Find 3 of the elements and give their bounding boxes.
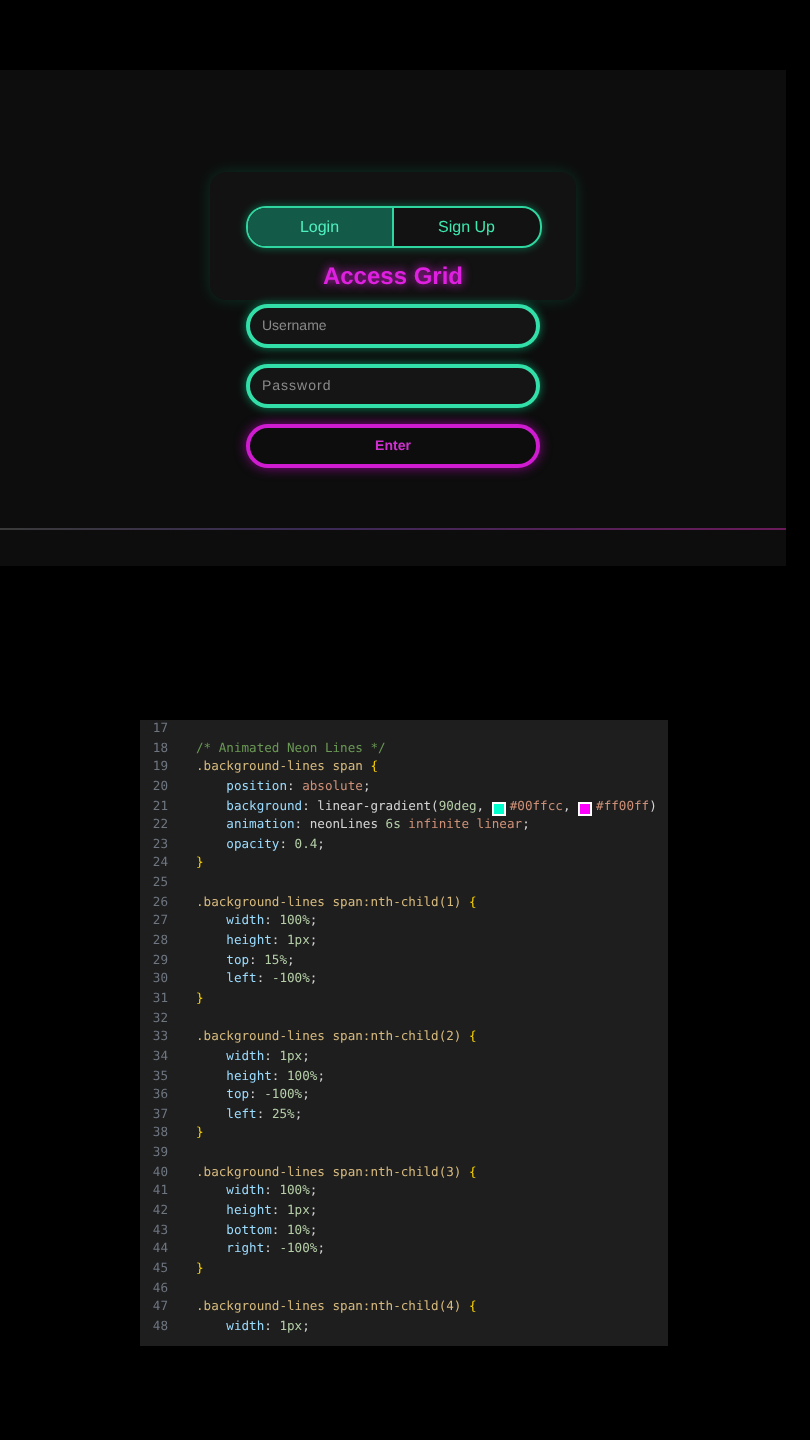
form-title: Access Grid	[322, 262, 464, 290]
tab[interactable]: Login	[247, 208, 394, 246]
tab[interactable]: Sign Up	[394, 208, 539, 246]
